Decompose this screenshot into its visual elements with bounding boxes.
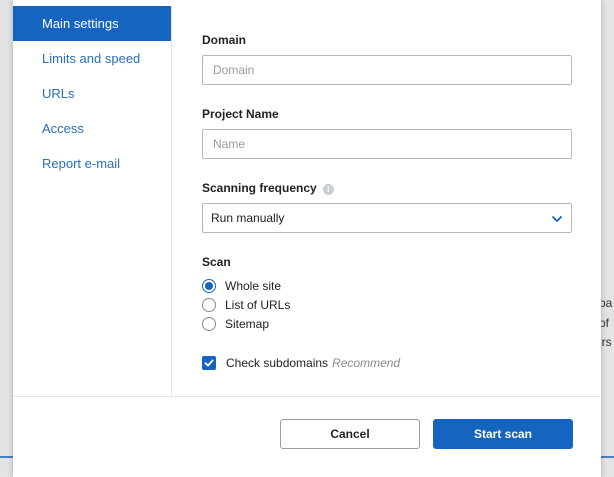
project-name-input[interactable]	[202, 129, 572, 159]
scanning-frequency-label: Scanning frequency i	[202, 181, 334, 195]
footer-divider	[13, 396, 601, 397]
radio-checked-icon[interactable]	[202, 279, 216, 293]
domain-input[interactable]	[202, 55, 572, 85]
start-scan-button[interactable]: Start scan	[433, 419, 573, 449]
scan-option-whole-site[interactable]: Whole site	[202, 278, 281, 294]
project-name-label: Project Name	[202, 107, 279, 121]
scan-option-list-of-urls[interactable]: List of URLs	[202, 297, 290, 313]
radio-unchecked-icon[interactable]	[202, 298, 216, 312]
check-subdomains-checkbox-row[interactable]: Check subdomains Recommend	[202, 355, 400, 371]
scanning-frequency-value: Run manually	[211, 211, 285, 225]
project-settings-dialog: Main settings Limits and speed URLs Acce…	[13, 0, 601, 477]
check-subdomains-label: Check subdomains	[226, 356, 329, 370]
sidebar-item-access[interactable]: Access	[13, 111, 171, 146]
domain-label: Domain	[202, 33, 247, 47]
scanning-frequency-select[interactable]: Run manually	[202, 203, 572, 233]
scan-option-sitemap[interactable]: Sitemap	[202, 316, 269, 332]
background-text: pa	[599, 296, 613, 310]
radio-unchecked-icon[interactable]	[202, 317, 216, 331]
scan-option-label: Whole site	[225, 279, 282, 293]
settings-sidebar: Main settings Limits and speed URLs Acce…	[13, 6, 172, 396]
scan-label: Scan	[202, 255, 231, 269]
sidebar-item-urls[interactable]: URLs	[13, 76, 171, 111]
scan-option-label: Sitemap	[225, 317, 270, 331]
chevron-down-icon	[552, 216, 562, 222]
sidebar-item-report-email[interactable]: Report e-mail	[13, 146, 171, 181]
sidebar-item-limits-and-speed[interactable]: Limits and speed	[13, 41, 171, 76]
checkmark-icon	[204, 359, 214, 367]
recommend-hint: Recommend	[332, 356, 401, 370]
info-icon[interactable]: i	[322, 184, 334, 195]
checkbox-checked-icon[interactable]	[202, 356, 216, 370]
sidebar-item-main-settings[interactable]: Main settings	[13, 6, 171, 41]
cancel-button[interactable]: Cancel	[280, 419, 420, 449]
scanning-frequency-label-text: Scanning frequency	[202, 181, 317, 195]
scan-option-label: List of URLs	[225, 298, 291, 312]
